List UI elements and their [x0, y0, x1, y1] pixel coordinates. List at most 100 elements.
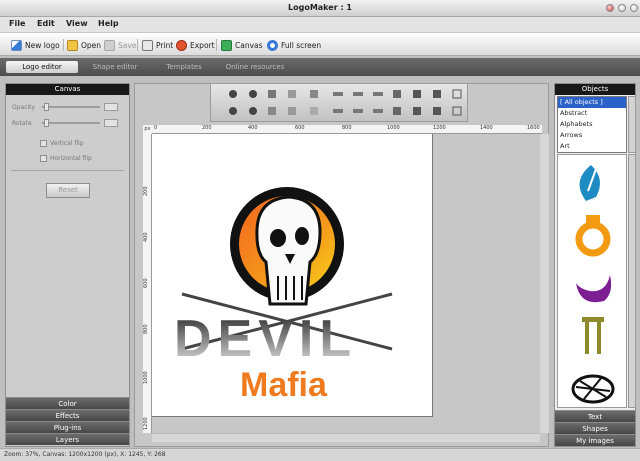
zoom-in-icon [229, 90, 237, 98]
full-screen-icon [267, 39, 278, 51]
category-item[interactable]: Abstract [558, 108, 626, 119]
copy-icon [268, 90, 276, 98]
ruler-unit: px [143, 125, 152, 134]
canvas-properties-panel: Canvas Opacity Rotate Vertical flip Hori… [5, 83, 130, 447]
zoom-out-icon [249, 90, 257, 98]
redo-icon [310, 107, 318, 115]
tab-effects[interactable]: Effects [6, 409, 129, 421]
skull-right-eye [295, 227, 309, 245]
print-label: Print [156, 40, 174, 50]
full-screen-button[interactable]: Full screen [267, 38, 321, 52]
category-list[interactable]: [ All objects ] Abstract Alphabets Arrow… [557, 96, 627, 153]
new-logo-button[interactable]: New logo [11, 38, 60, 52]
bring-front-icon [393, 90, 401, 98]
save-label: Save [118, 40, 137, 50]
logo-text-mafia: Mafia [240, 366, 328, 404]
full-screen-label: Full screen [281, 40, 322, 50]
ruler-h-label: 0 [154, 125, 158, 131]
print-button[interactable]: Print [142, 38, 173, 52]
category-item[interactable]: Alphabets [558, 119, 626, 130]
close-button[interactable] [630, 4, 638, 12]
tab-shapes[interactable]: Shapes [555, 422, 635, 434]
logo-canvas[interactable]: DEVIL Mafia [152, 134, 433, 417]
ruler-v-label: 800 [143, 324, 149, 334]
send-back-icon [393, 107, 401, 115]
opacity-value-field[interactable] [104, 103, 118, 111]
menu-file[interactable]: File [9, 19, 25, 28]
category-item[interactable]: Art [558, 141, 626, 152]
ruler-h-label: 1000 [387, 125, 400, 131]
opacity-row: Opacity [12, 102, 125, 112]
logo-artwork: DEVIL Mafia [174, 187, 393, 404]
edit-toolbar [210, 83, 468, 122]
tab-templates[interactable]: Templates [152, 61, 216, 73]
tab-text[interactable]: Text [555, 410, 635, 422]
blue-leaf-shape-icon[interactable] [566, 161, 620, 207]
canvas-icon [221, 39, 232, 51]
status-bar: Zoom: 37%, Canvas: 1200x1200 (px), X: 12… [0, 448, 640, 461]
unlock-all-icon [433, 107, 441, 115]
horizontal-scrollbar[interactable] [152, 433, 540, 442]
canvas-button[interactable]: Canvas [221, 38, 263, 52]
ruler-h-label: 1400 [480, 125, 493, 131]
maximize-button[interactable] [618, 4, 626, 12]
menu-edit[interactable]: Edit [37, 19, 55, 28]
ruler-h-label: 800 [342, 125, 352, 131]
tab-my-images[interactable]: My images [555, 434, 635, 446]
opacity-slider[interactable] [44, 103, 49, 111]
ruler-h-label: 200 [202, 125, 212, 131]
editor-tabs: Logo editor Shape editor Templates Onlin… [0, 58, 640, 76]
tab-logo-editor[interactable]: Logo editor [6, 61, 78, 73]
group-icon [452, 89, 462, 99]
tab-shape-editor[interactable]: Shape editor [84, 61, 146, 73]
ruler-v-label: 200 [143, 186, 149, 196]
skull-left-eye [270, 229, 286, 247]
export-label: Export [190, 40, 215, 50]
menu-bar: File Edit View Help [0, 17, 640, 32]
vertical-ruler: 200 400 600 800 1000 1200 [143, 134, 152, 433]
paste-icon [268, 107, 276, 115]
open-button[interactable]: Open [67, 38, 101, 52]
tab-plug-ins[interactable]: Plug-ins [6, 421, 129, 433]
tab-layers[interactable]: Layers [6, 433, 129, 445]
orange-ring-shape-icon[interactable] [566, 211, 620, 257]
ruler-v-label: 600 [143, 278, 149, 288]
export-icon [176, 39, 187, 51]
rotate-label: Rotate [12, 119, 32, 127]
lock-all-icon [433, 90, 441, 98]
menu-view[interactable]: View [66, 19, 88, 28]
gallery-scrollbar[interactable] [628, 154, 636, 408]
reset-button[interactable]: Reset [46, 183, 90, 198]
lock-icon [413, 90, 421, 98]
window-title: LogoMaker : 1 [288, 3, 352, 12]
horizontal-flip-checkbox[interactable]: Horizontal flip [40, 153, 92, 163]
main-toolbar: New logo Open Save Print Export Canvas F… [0, 32, 640, 56]
category-item[interactable]: Arrows [558, 130, 626, 141]
delete-icon [288, 107, 296, 115]
minimize-button[interactable] [606, 4, 614, 12]
vertical-scrollbar[interactable] [540, 134, 549, 433]
category-item[interactable]: [ All objects ] [558, 97, 626, 108]
zoom-fit-icon [229, 107, 237, 115]
ruler-v-label: 1000 [143, 371, 149, 384]
olive-table-shape-icon[interactable] [566, 313, 620, 359]
tab-online-resources[interactable]: Online resources [222, 61, 288, 73]
vertical-flip-checkbox[interactable]: Vertical flip [40, 138, 84, 148]
opacity-label: Opacity [12, 103, 36, 111]
rotate-value-field[interactable] [104, 119, 118, 127]
category-scrollbar[interactable] [628, 96, 636, 153]
ruler-h-label: 600 [295, 125, 305, 131]
save-button[interactable]: Save [104, 38, 136, 52]
tab-color[interactable]: Color [6, 397, 129, 409]
align-bottom-icon [373, 109, 383, 113]
black-globe-shape-icon[interactable] [566, 361, 620, 407]
rotate-slider[interactable] [44, 119, 49, 127]
export-button[interactable]: Export [176, 38, 215, 52]
logo-text-devil: DEVIL [174, 310, 357, 368]
menu-help[interactable]: Help [98, 19, 119, 28]
purple-moon-shape-icon[interactable] [566, 263, 620, 309]
undo-icon [310, 90, 318, 98]
ruler-h-label: 1200 [433, 125, 446, 131]
vertical-flip-label: Vertical flip [50, 139, 84, 147]
objects-panel: Objects [ All objects ] Abstract Alphabe… [554, 83, 636, 447]
